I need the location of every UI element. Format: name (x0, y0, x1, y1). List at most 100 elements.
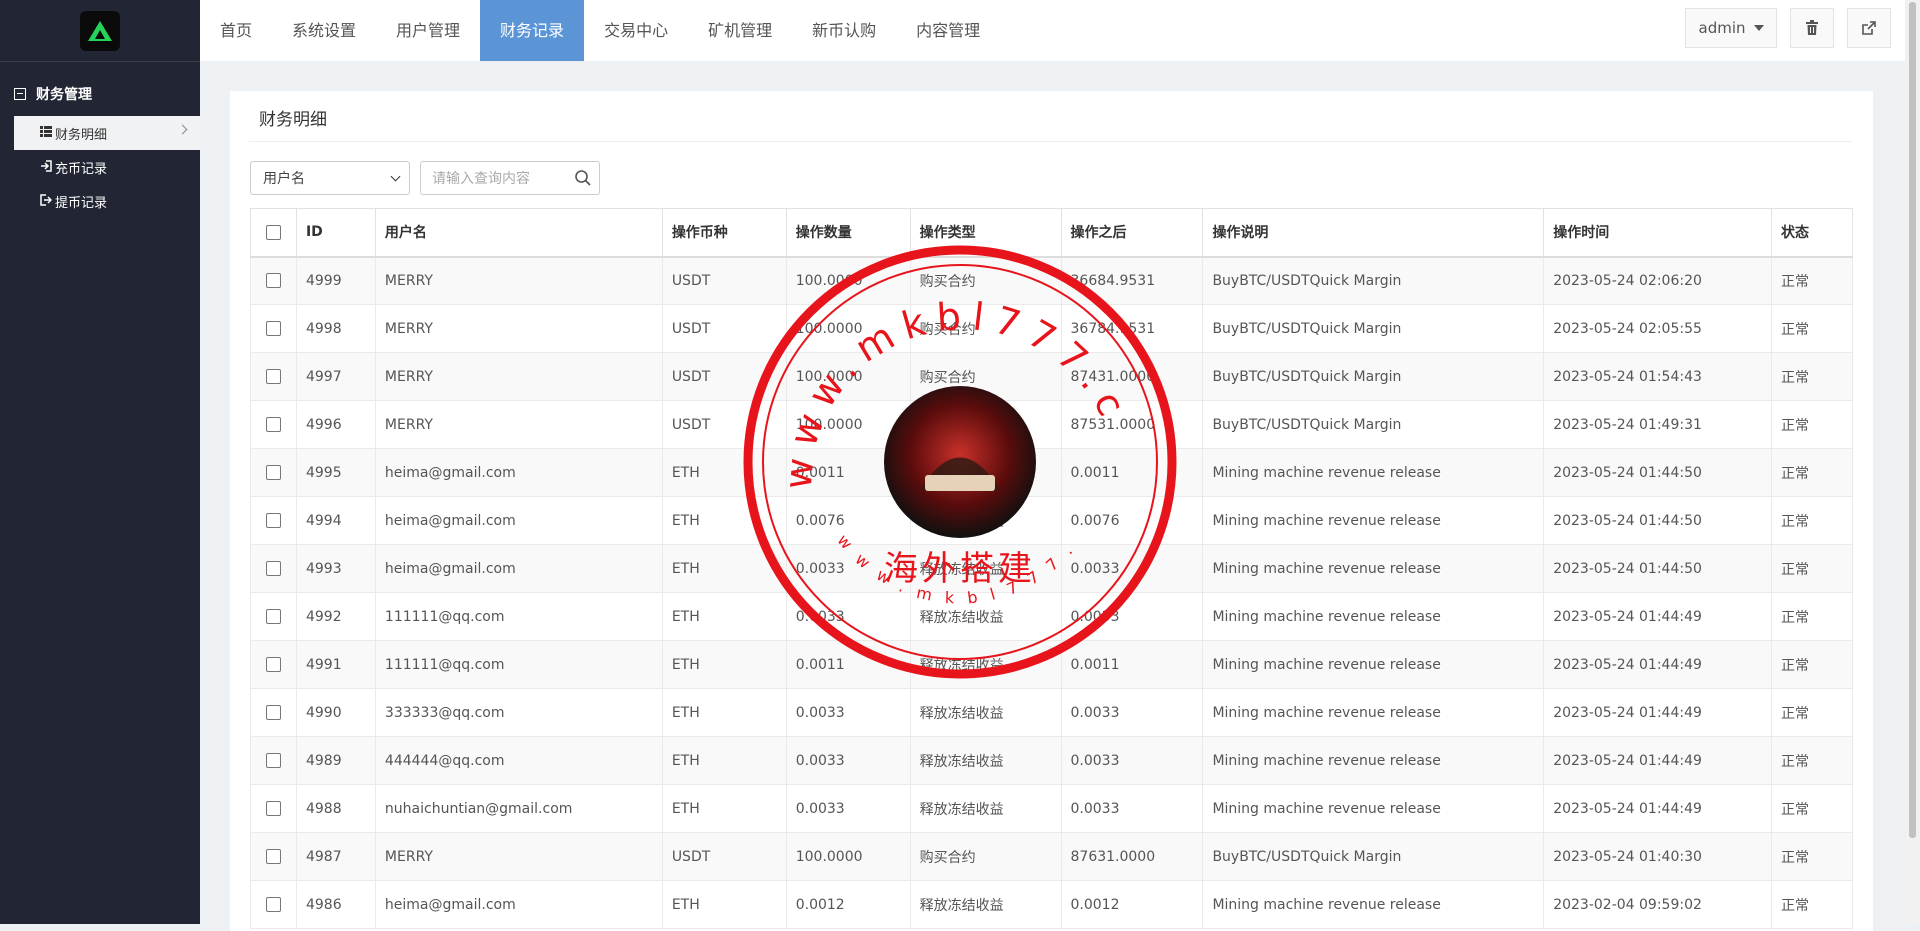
select-all-checkbox[interactable] (266, 224, 281, 240)
table-row: 4990 333333@qq.com ETH 0.0033 释放冻结收益 0.0033 Mi… (250, 688, 1853, 737)
table-cell: Mining machine revenue release (1202, 688, 1545, 737)
column-header[interactable]: 操作之后 (1060, 208, 1204, 258)
table-cell: MERRY (374, 304, 663, 353)
table-cell: ETH (661, 736, 787, 785)
table-cell: 36784.9531 (1060, 304, 1204, 353)
row-checkbox[interactable] (266, 465, 281, 480)
table-cell: ETH (661, 880, 787, 929)
table-row: 4994 heima@gmail.com ETH 0.0076 释放冻结收益 0.0076… (250, 496, 1853, 545)
clear-cache-button[interactable] (1790, 8, 1834, 48)
row-checkbox[interactable] (266, 273, 281, 289)
table-cell: 正常 (1771, 544, 1853, 593)
nav-item-finance-records[interactable]: 财务记录 (480, 0, 585, 61)
row-checkbox[interactable] (266, 561, 281, 576)
row-checkbox[interactable] (266, 513, 281, 528)
column-header[interactable]: 操作数量 (785, 208, 911, 258)
table-body: 4999 MERRY USDT 100.0000 购买合约 36684.9531 BuyBT… (250, 256, 1853, 929)
row-checkbox[interactable] (266, 897, 281, 912)
table-cell: 0.0033 (1060, 688, 1204, 737)
table-cell: 释放冻结收益 (909, 784, 1062, 833)
row-checkbox[interactable] (266, 801, 281, 816)
nav-item-trading-center[interactable]: 交易中心 (584, 0, 688, 61)
row-checkbox[interactable] (266, 753, 281, 768)
row-checkbox[interactable] (266, 369, 281, 384)
row-checkbox[interactable] (266, 849, 281, 864)
row-select-cell (250, 592, 297, 641)
table-header-row: ID 用户名 操作币种 操作数量 操作类型 操作之后 操作说明 操作时间 状态 (250, 208, 1853, 258)
column-header[interactable]: ID (295, 208, 376, 258)
brand-logo-icon[interactable] (80, 10, 120, 51)
table-cell: 正常 (1771, 256, 1853, 305)
table-cell: 2023-05-24 01:44:49 (1543, 784, 1773, 833)
table-cell: 4999 (295, 256, 376, 305)
table-cell: 4993 (295, 544, 376, 593)
table-cell: USDT (661, 832, 787, 881)
search-field-select[interactable]: 用户名 (250, 161, 410, 195)
table-cell: 正常 (1771, 352, 1853, 401)
scrollbar-thumb[interactable] (1909, 2, 1916, 838)
row-checkbox[interactable] (266, 609, 281, 624)
table-cell: 4992 (295, 592, 376, 641)
list-icon (40, 126, 52, 140)
table-cell: BuyBTC/USDTQuick Margin (1202, 256, 1545, 305)
table-cell: Mining machine revenue release (1202, 640, 1545, 689)
column-header[interactable]: 状态 (1771, 208, 1853, 258)
table-row: 4986 heima@gmail.com ETH 0.0012 释放冻结收益 0.0012… (250, 880, 1853, 929)
table-cell: 0.0076 (785, 496, 911, 545)
column-header[interactable]: 操作类型 (909, 208, 1062, 258)
table-cell: 释放冻结收益 (909, 736, 1062, 785)
username: admin (1698, 19, 1746, 37)
table-cell: 正常 (1771, 640, 1853, 689)
table-cell: Mining machine revenue release (1202, 736, 1545, 785)
table-cell: 4988 (295, 784, 376, 833)
nav-item-content-management[interactable]: 内容管理 (896, 0, 1000, 61)
table-cell: BuyBTC/USDTQuick Margin (1202, 832, 1545, 881)
table-row: 4989 444444@qq.com ETH 0.0033 释放冻结收益 0.0033 Mi… (250, 736, 1853, 785)
sidebar-item-finance-detail[interactable]: 财务明细 (14, 116, 200, 150)
nav-item-user-management[interactable]: 用户管理 (376, 0, 480, 61)
table-cell: 正常 (1771, 880, 1853, 929)
table-cell: USDT (661, 256, 787, 305)
table-cell: 0.0033 (1060, 784, 1204, 833)
column-header[interactable]: 操作说明 (1202, 208, 1545, 258)
logout-icon (40, 193, 53, 209)
nav-item-new-coin-subscription[interactable]: 新币认购 (792, 0, 896, 61)
column-header[interactable]: 操作币种 (661, 208, 787, 258)
logout-button[interactable] (1847, 8, 1891, 48)
search-placeholder: 请输入查询内容 (432, 171, 530, 187)
column-header[interactable]: 操作时间 (1543, 208, 1773, 258)
table-cell: BuyBTC/USDTQuick Margin (1202, 400, 1545, 449)
search-icon[interactable] (573, 168, 593, 188)
table-cell: 2023-05-24 02:05:55 (1543, 304, 1773, 353)
user-menu-button[interactable]: admin (1685, 8, 1777, 48)
table-cell: 4990 (295, 688, 376, 737)
table-cell: 0.0011 (1060, 448, 1204, 497)
row-select-cell (250, 784, 297, 833)
sidebar-group-finance[interactable]: 财务管理 (0, 62, 200, 104)
table-cell: 0.0033 (1060, 592, 1204, 641)
table-cell: nuhaichuntian@gmail.com (374, 784, 663, 833)
table-cell: 4989 (295, 736, 376, 785)
sidebar-item-withdraw-records[interactable]: 提币记录 (14, 184, 200, 218)
main-card: 财务明细 用户名 请输入查询内容 ID 用户名 操作币种 操作数量 操作类型 操… (230, 91, 1873, 931)
nav-item-system-settings[interactable]: 系统设置 (272, 0, 376, 61)
table-cell: 0.0012 (1060, 880, 1204, 929)
row-checkbox[interactable] (266, 417, 281, 432)
page-scrollbar[interactable] (1905, 0, 1920, 924)
row-checkbox[interactable] (266, 321, 281, 336)
table-cell: Mining machine revenue release (1202, 592, 1545, 641)
sidebar-item-deposit-records[interactable]: 充币记录 (14, 150, 200, 184)
row-checkbox[interactable] (266, 705, 281, 720)
nav-item-miner-management[interactable]: 矿机管理 (688, 0, 792, 61)
table-cell: 2023-05-24 01:49:31 (1543, 400, 1773, 449)
table-cell: 4997 (295, 352, 376, 401)
row-checkbox[interactable] (266, 657, 281, 672)
table-cell: 111111@qq.com (374, 640, 663, 689)
column-header[interactable]: 用户名 (374, 208, 663, 258)
row-select-cell (250, 496, 297, 545)
table-cell: 0.0033 (785, 784, 911, 833)
nav-item-home[interactable]: 首页 (200, 0, 272, 61)
table-cell: USDT (661, 352, 787, 401)
table-cell: 正常 (1771, 304, 1853, 353)
search-input[interactable]: 请输入查询内容 (420, 161, 600, 195)
